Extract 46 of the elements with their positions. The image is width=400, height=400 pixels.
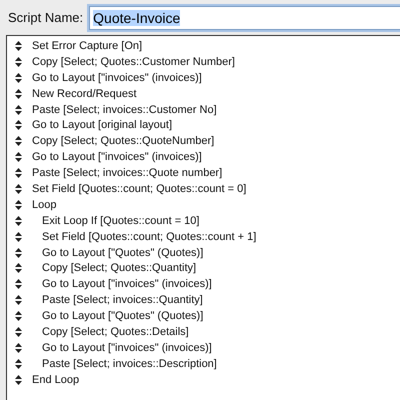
script-step[interactable]: Paste [Select; invoices::Customer No] xyxy=(32,104,217,116)
script-step[interactable]: Set Error Capture [On] xyxy=(32,40,142,52)
move-handle-icon[interactable] xyxy=(15,295,22,306)
move-handle-icon[interactable] xyxy=(15,136,22,146)
move-handle-icon[interactable] xyxy=(15,248,22,258)
script-step[interactable]: Go to Layout ["Quotes" (Quotes)] xyxy=(32,310,204,322)
script-step[interactable]: Set Field [Quotes::count; Quotes::count + 1] xyxy=(32,230,256,243)
move-handle-icon[interactable] xyxy=(15,104,22,114)
script-step[interactable]: Paste [Select; invoices::Description] xyxy=(32,358,217,370)
script-step[interactable]: Copy [Select; Quotes::Customer Number] xyxy=(32,56,235,68)
move-handle-icon[interactable] xyxy=(15,168,22,178)
move-handle-icon[interactable] xyxy=(15,342,22,353)
script-step[interactable]: Go to Layout [original layout] xyxy=(32,119,172,132)
script-step[interactable]: Go to Layout ["invoices" (invoices)] xyxy=(32,151,202,164)
move-handle-icon[interactable] xyxy=(15,232,22,242)
move-handle-icon[interactable] xyxy=(15,56,22,67)
move-handle-icon[interactable] xyxy=(15,326,22,337)
script-step[interactable]: Copy [Select; Quotes::QuoteNumber] xyxy=(32,135,214,148)
move-handle-icon[interactable] xyxy=(15,72,22,83)
move-handle-icon[interactable] xyxy=(15,358,22,369)
move-handle-icon[interactable] xyxy=(15,152,22,162)
move-handle-icon[interactable] xyxy=(15,216,22,226)
move-handle-icon[interactable] xyxy=(15,88,22,99)
script-step[interactable]: Loop xyxy=(32,198,56,211)
script-step[interactable]: Copy [Select; Quotes::Quantity] xyxy=(32,262,196,274)
move-handle-icon[interactable] xyxy=(15,374,22,385)
script-step[interactable]: Go to Layout ["invoices" (invoices)] xyxy=(32,278,212,290)
script-step[interactable]: Set Field [Quotes::count; Quotes::count = 0] xyxy=(32,182,246,195)
script-step[interactable]: Go to Layout ["invoices" (invoices)] xyxy=(32,342,212,354)
script-name-field[interactable]: Quote-Invoice xyxy=(89,6,400,30)
script-step[interactable]: Go to Layout ["Quotes" (Quotes)] xyxy=(32,246,204,259)
script-step[interactable]: End Loop xyxy=(32,374,80,386)
move-handle-icon[interactable] xyxy=(15,184,22,194)
move-handle-icon[interactable] xyxy=(15,40,22,51)
script-name-label: Script Name: xyxy=(8,10,84,25)
move-handle-icon[interactable] xyxy=(15,311,22,322)
move-handle-icon[interactable] xyxy=(15,120,22,130)
script-step[interactable]: Go to Layout ["invoices" (invoices)] xyxy=(32,72,202,84)
move-handle-icon[interactable] xyxy=(15,200,22,210)
script-step[interactable]: Paste [Select; invoices::Quote number] xyxy=(32,167,222,180)
script-step[interactable]: Paste [Select; invoices::Quantity] xyxy=(32,294,203,306)
move-handle-icon[interactable] xyxy=(15,279,22,290)
script-step[interactable]: New Record/Request xyxy=(32,88,137,100)
script-step[interactable]: Copy [Select; Quotes::Details] xyxy=(32,326,189,338)
move-handle-icon[interactable] xyxy=(15,263,22,274)
script-step[interactable]: Exit Loop If [Quotes::count = 10] xyxy=(32,214,200,227)
